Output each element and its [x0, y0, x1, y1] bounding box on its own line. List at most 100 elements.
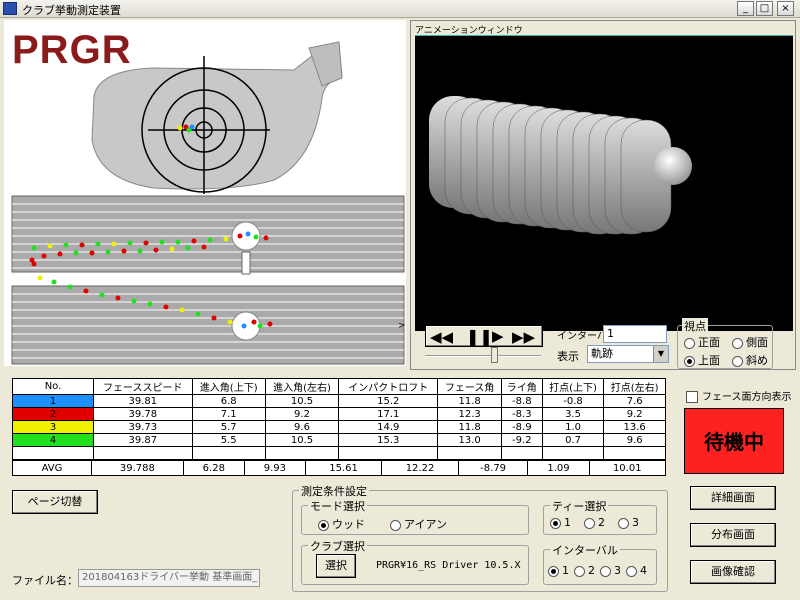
cell: 12.3: [437, 407, 502, 421]
checkbox-icon[interactable]: [686, 391, 698, 403]
visualization-panel: PRGR >: [4, 20, 406, 366]
viewpoint-top[interactable]: 上面: [684, 352, 720, 368]
table-row[interactable]: 4 39.87 5.5 10.5 15.3 13.0 -9.2 0.7 9.6: [12, 433, 666, 447]
radio-icon[interactable]: [684, 355, 695, 367]
pause-icon[interactable]: ❚❚: [466, 327, 493, 346]
cell: 3.5: [541, 407, 605, 421]
club-group: クラブ選択 選択 PRGR¥16_RS Driver 10.5.X: [301, 538, 529, 585]
col-face-angle: フェース角: [437, 378, 502, 395]
cell: 11.8: [437, 394, 502, 408]
impact-point-blue: [189, 124, 195, 130]
cell: 10.5: [264, 394, 340, 408]
club-head-frames: [429, 96, 672, 235]
impact-point-yellow: [177, 125, 183, 131]
club-diagram: >: [11, 41, 406, 365]
cell: 0.7: [541, 433, 605, 447]
avg-cell: -8.79: [457, 460, 529, 476]
radio-icon[interactable]: [600, 565, 611, 577]
interval-option-2[interactable]: 2: [574, 564, 595, 577]
playback-slider-thumb[interactable]: [491, 347, 498, 363]
col-approach-vertical: 進入角(上下): [191, 378, 266, 395]
tee-option-3[interactable]: 3: [618, 516, 639, 529]
distribution-view-button[interactable]: 分布画面: [690, 523, 776, 547]
viewpoint-oblique[interactable]: 斜め: [732, 352, 768, 368]
display-select[interactable]: 軌跡 ▼: [587, 345, 669, 363]
cell: 9.6: [264, 420, 340, 434]
radio-icon[interactable]: [618, 517, 629, 529]
minimize-button[interactable]: _: [737, 1, 754, 16]
viewpoint-group: 視点 正面 側面 上面 斜め: [677, 318, 773, 369]
svg-text:>: >: [398, 321, 406, 331]
radio-icon[interactable]: [318, 519, 329, 531]
tee-option-1[interactable]: 1: [550, 516, 571, 529]
table-row[interactable]: 2 39.78 7.1 9.2 17.1 12.3 -8.3 3.5 9.2: [12, 407, 666, 421]
viewpoint-side[interactable]: 側面: [732, 334, 768, 350]
animation-window: アニメーションウィンドウ ◀◀ ❚❚ ▶ ▶▶ インターバル 1 表示 軌跡 ▼…: [410, 20, 796, 370]
radio-icon[interactable]: [548, 565, 559, 577]
interval-group: インターバル 1 2 3 4: [543, 542, 657, 585]
cell: 7.1: [191, 407, 266, 421]
rewind-icon[interactable]: ◀◀: [430, 328, 453, 346]
radio-icon[interactable]: [584, 517, 595, 529]
status-indicator: 待機中: [684, 408, 784, 474]
table-row[interactable]: 3 39.73 5.7 9.6 14.9 11.8 -8.9 1.0 13.6: [12, 420, 666, 434]
chevron-down-icon[interactable]: ▼: [653, 346, 668, 362]
title-bar: クラブ挙動測定装置 _ □ ×: [0, 0, 800, 18]
cell: 15.3: [338, 433, 439, 447]
interval-option-1[interactable]: 1: [548, 564, 569, 577]
radio-icon[interactable]: [390, 519, 401, 531]
fast-forward-icon[interactable]: ▶▶: [512, 328, 535, 346]
playback-slider-track[interactable]: [425, 355, 541, 357]
cell: 17.1: [338, 407, 439, 421]
radio-icon[interactable]: [732, 337, 743, 349]
table-row[interactable]: 1 39.81 6.8 10.5 15.2 11.8 -8.8 -0.8 7.6: [12, 394, 666, 408]
col-lie-angle: ライ角: [500, 378, 543, 395]
image-check-button[interactable]: 画像確認: [690, 560, 776, 584]
cell: -8.9: [500, 420, 543, 434]
radio-icon[interactable]: [550, 517, 561, 529]
col-impact-vertical: 打点(上下): [541, 378, 605, 395]
avg-cell: 1.09: [527, 460, 590, 476]
tee-option-2[interactable]: 2: [584, 516, 605, 529]
app-icon: [3, 2, 17, 15]
cell: 7.6: [603, 394, 666, 408]
interval-option-3[interactable]: 3: [600, 564, 621, 577]
col-impact-loft: インパクトロフト: [338, 378, 439, 395]
window-title: クラブ挙動測定装置: [22, 4, 121, 17]
cell: 39.78: [93, 407, 193, 421]
radio-icon[interactable]: [574, 565, 585, 577]
play-icon[interactable]: ▶: [492, 327, 504, 345]
face-direction-checkbox[interactable]: フェース面方向表示: [686, 388, 792, 403]
file-name-field[interactable]: 201804163ドライバー挙動 基準画面_: [78, 569, 260, 587]
measurement-conditions-group: 測定条件設定 モード選択 ウッド アイアン ティー選択 1 2 3 クラブ選択 …: [292, 483, 668, 592]
club-name: PRGR¥16_RS Driver 10.5.X: [376, 560, 521, 571]
interval-input[interactable]: 1: [603, 325, 667, 343]
radio-icon[interactable]: [626, 565, 637, 577]
page-switch-button[interactable]: ページ切替: [12, 490, 98, 514]
radio-icon[interactable]: [684, 337, 695, 349]
cell: 10.5: [264, 433, 340, 447]
avg-label: AVG: [12, 460, 92, 476]
row-number: 2: [12, 407, 94, 421]
display-label: 表示: [557, 350, 579, 363]
cell: 9.2: [264, 407, 340, 421]
maximize-button[interactable]: □: [756, 1, 773, 16]
cell: 39.87: [93, 433, 193, 447]
cell: 1.0: [541, 420, 605, 434]
cell: 15.2: [338, 394, 439, 408]
cell: -8.8: [500, 394, 543, 408]
mode-iron[interactable]: アイアン: [390, 516, 447, 532]
avg-cell: 39.788: [91, 460, 184, 476]
mode-group: モード選択 ウッド アイアン: [301, 498, 529, 535]
club-select-button[interactable]: 選択: [316, 554, 356, 578]
detail-view-button[interactable]: 詳細画面: [690, 486, 776, 510]
interval-option-4[interactable]: 4: [626, 564, 647, 577]
avg-cell: 10.01: [588, 460, 667, 476]
mode-wood[interactable]: ウッド: [318, 516, 365, 532]
cell: 14.9: [338, 420, 439, 434]
cell: -8.3: [500, 407, 543, 421]
viewpoint-front[interactable]: 正面: [684, 334, 720, 350]
close-button[interactable]: ×: [777, 1, 794, 16]
col-no: No.: [12, 378, 94, 395]
radio-icon[interactable]: [732, 355, 743, 367]
